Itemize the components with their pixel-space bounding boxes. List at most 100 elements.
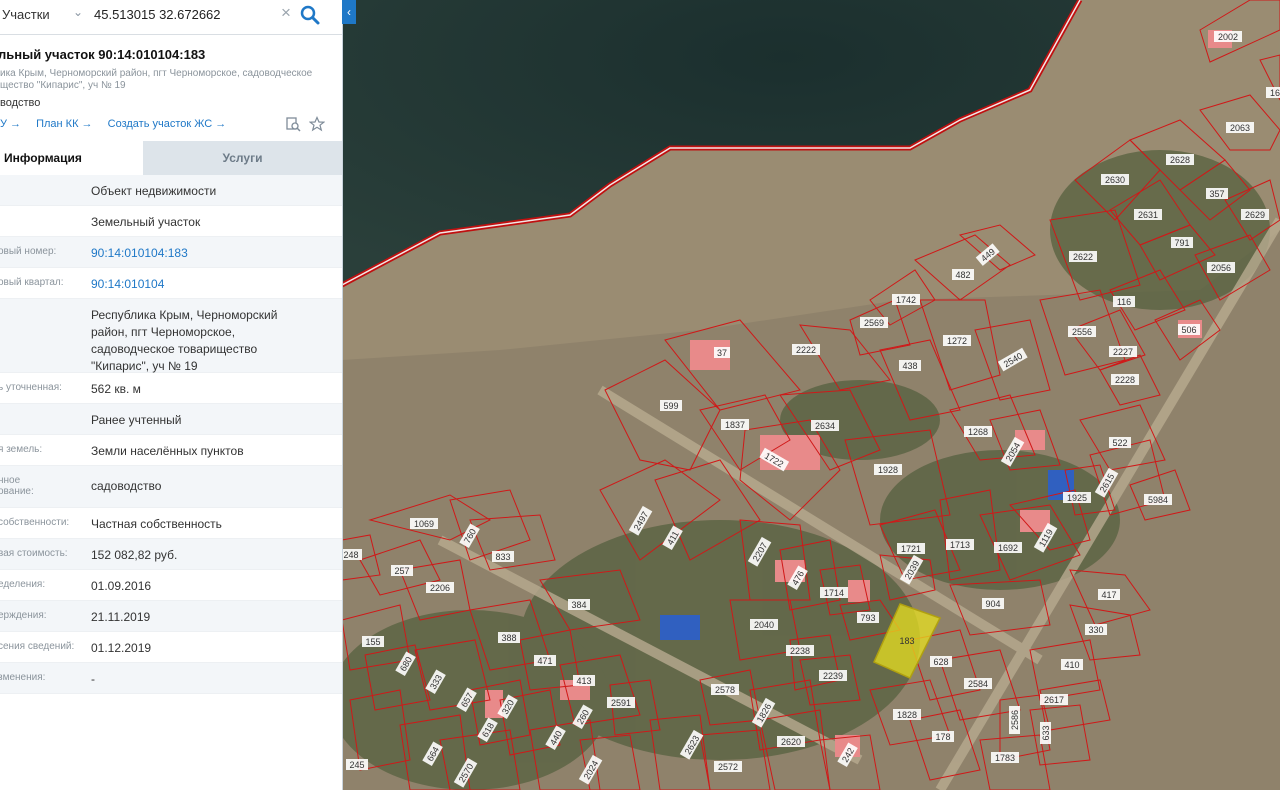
svg-text:2206: 2206 [430, 583, 450, 593]
info-row: нное ование: садоводство [0, 466, 342, 508]
search-input[interactable]: 45.513015 32.672662 [94, 7, 221, 22]
document-search-icon[interactable] [285, 116, 301, 132]
parcel-number-label: 2629 [1241, 209, 1269, 220]
parcel-number-label: 2630 [1101, 174, 1129, 185]
parcel-number-label: 1828 [893, 709, 921, 720]
svg-text:2002: 2002 [1218, 32, 1238, 42]
parcel-number-label: 1272 [943, 335, 971, 346]
parcel-number-label: 471 [534, 655, 556, 666]
parcel-number-label: 388 [498, 632, 520, 643]
svg-text:2578: 2578 [715, 685, 735, 695]
svg-text:2239: 2239 [823, 671, 843, 681]
svg-text:1742: 1742 [896, 295, 916, 305]
action-links: У → План КК → Создать участок ЖС → [0, 118, 238, 130]
svg-text:178: 178 [935, 732, 950, 742]
info-row-value: 21.11.2019 [91, 610, 151, 624]
svg-text:2228: 2228 [1115, 375, 1135, 385]
parcel-number-label: 506 [1178, 324, 1200, 335]
svg-text:1272: 1272 [947, 336, 967, 346]
star-icon[interactable] [309, 116, 325, 132]
info-row-label: овый номер: [0, 246, 57, 257]
info-row-label: сения сведений: [0, 641, 75, 652]
info-row: ь уточненная: 562 кв. м [0, 373, 342, 404]
svg-text:257: 257 [394, 566, 409, 576]
svg-text:2628: 2628 [1170, 155, 1190, 165]
parcel-number-label: 2569 [860, 317, 888, 328]
parcel-number-label: 2620 [777, 736, 805, 747]
svg-text:2629: 2629 [1245, 210, 1265, 220]
link-partial[interactable]: У → [0, 118, 21, 130]
info-row-value: 01.09.2016 [91, 579, 152, 593]
parcel-number-label: 2002 [1214, 31, 1242, 42]
search-icon[interactable] [298, 3, 322, 27]
svg-text:2617: 2617 [1044, 695, 1064, 705]
info-row: Ранее учтенный [0, 404, 342, 435]
svg-text:1783: 1783 [995, 753, 1015, 763]
svg-text:2584: 2584 [968, 679, 988, 689]
info-row-label: зменения: [0, 672, 46, 683]
parcel-number-label: 357 [1206, 188, 1228, 199]
plan-kk-link[interactable]: План КК → [36, 118, 92, 130]
parcel-number-label: 37 [714, 347, 730, 358]
svg-text:1692: 1692 [998, 543, 1018, 553]
parcel-number-label: 1925 [1063, 492, 1091, 503]
svg-text:384: 384 [571, 600, 586, 610]
info-row-value: Частная собственность [91, 517, 222, 531]
parcel-number-label: 2622 [1069, 251, 1097, 262]
parcel-number-label: 245 [346, 759, 368, 770]
svg-text:1721: 1721 [901, 544, 921, 554]
info-row-value: 01.12.2019 [91, 641, 152, 655]
svg-text:633: 633 [1041, 725, 1051, 740]
svg-text:2591: 2591 [611, 698, 631, 708]
clear-icon[interactable]: × [281, 3, 291, 23]
info-row: зменения: - [0, 663, 342, 694]
svg-text:791: 791 [1174, 238, 1189, 248]
svg-text:2620: 2620 [781, 737, 801, 747]
info-row-value[interactable]: 90:14:010104 [91, 276, 311, 293]
info-row: еделения: 01.09.2016 [0, 570, 342, 601]
search-bar: Участки ⌄ 45.513015 32.672662 × [0, 0, 342, 35]
parcel-number-label: 599 [660, 400, 682, 411]
svg-text:904: 904 [985, 599, 1000, 609]
info-row-label: вая стоимость: [0, 548, 68, 559]
parcel-number-label: 522 [1109, 437, 1131, 448]
info-row: я земель: Земли населённых пунктов [0, 435, 342, 466]
parcel-number-label: 5984 [1144, 494, 1172, 505]
search-scope-select[interactable]: Участки [2, 7, 50, 22]
parcel-number-label: 2227 [1109, 346, 1137, 357]
parcel-number-label: 155 [362, 636, 384, 647]
svg-text:628: 628 [933, 657, 948, 667]
parcel-number-label: 1837 [721, 419, 749, 430]
info-row-value: Объект недвижимости [91, 184, 217, 198]
info-row-value: Земельный участок [91, 215, 201, 229]
tab-services[interactable]: Услуги [143, 141, 342, 175]
parcel-number-label: 1069 [410, 518, 438, 529]
info-row: овый номер: 90:14:010104:183 [0, 237, 342, 268]
info-row-label: я земель: [0, 444, 43, 455]
parcel-number-label: 833 [492, 551, 514, 562]
info-row-value[interactable]: 90:14:010104:183 [91, 245, 311, 262]
svg-text:413: 413 [576, 676, 591, 686]
svg-text:2572: 2572 [718, 762, 738, 772]
svg-text:438: 438 [902, 361, 917, 371]
create-parcel-link[interactable]: Создать участок ЖС → [108, 118, 227, 130]
parcel-number-label: 482 [952, 269, 974, 280]
parcel-number-label: 1783 [991, 752, 1019, 763]
svg-text:1928: 1928 [878, 465, 898, 475]
parcel-number-label: 1721 [897, 543, 925, 554]
collapse-panel-button[interactable]: ‹ [342, 0, 356, 24]
chevron-down-icon[interactable]: ⌄ [73, 5, 83, 19]
parcel-number-label: 633 [1040, 722, 1051, 744]
parcel-number-label: 793 [857, 612, 879, 623]
parcel-number-label: 2631 [1134, 209, 1162, 220]
info-row: Объект недвижимости [0, 175, 342, 206]
parcel-number-label: 2586 [1009, 706, 1020, 734]
svg-text:2063: 2063 [1230, 123, 1250, 133]
info-row-label: ерждения: [0, 610, 47, 621]
svg-text:506: 506 [1181, 325, 1196, 335]
svg-text:1837: 1837 [725, 420, 745, 430]
parcel-number-label: 791 [1171, 237, 1193, 248]
info-row-value: Ранее учтенный [91, 413, 182, 427]
info-row: сения сведений: 01.12.2019 [0, 632, 342, 663]
tab-info[interactable]: Информация [0, 141, 143, 175]
